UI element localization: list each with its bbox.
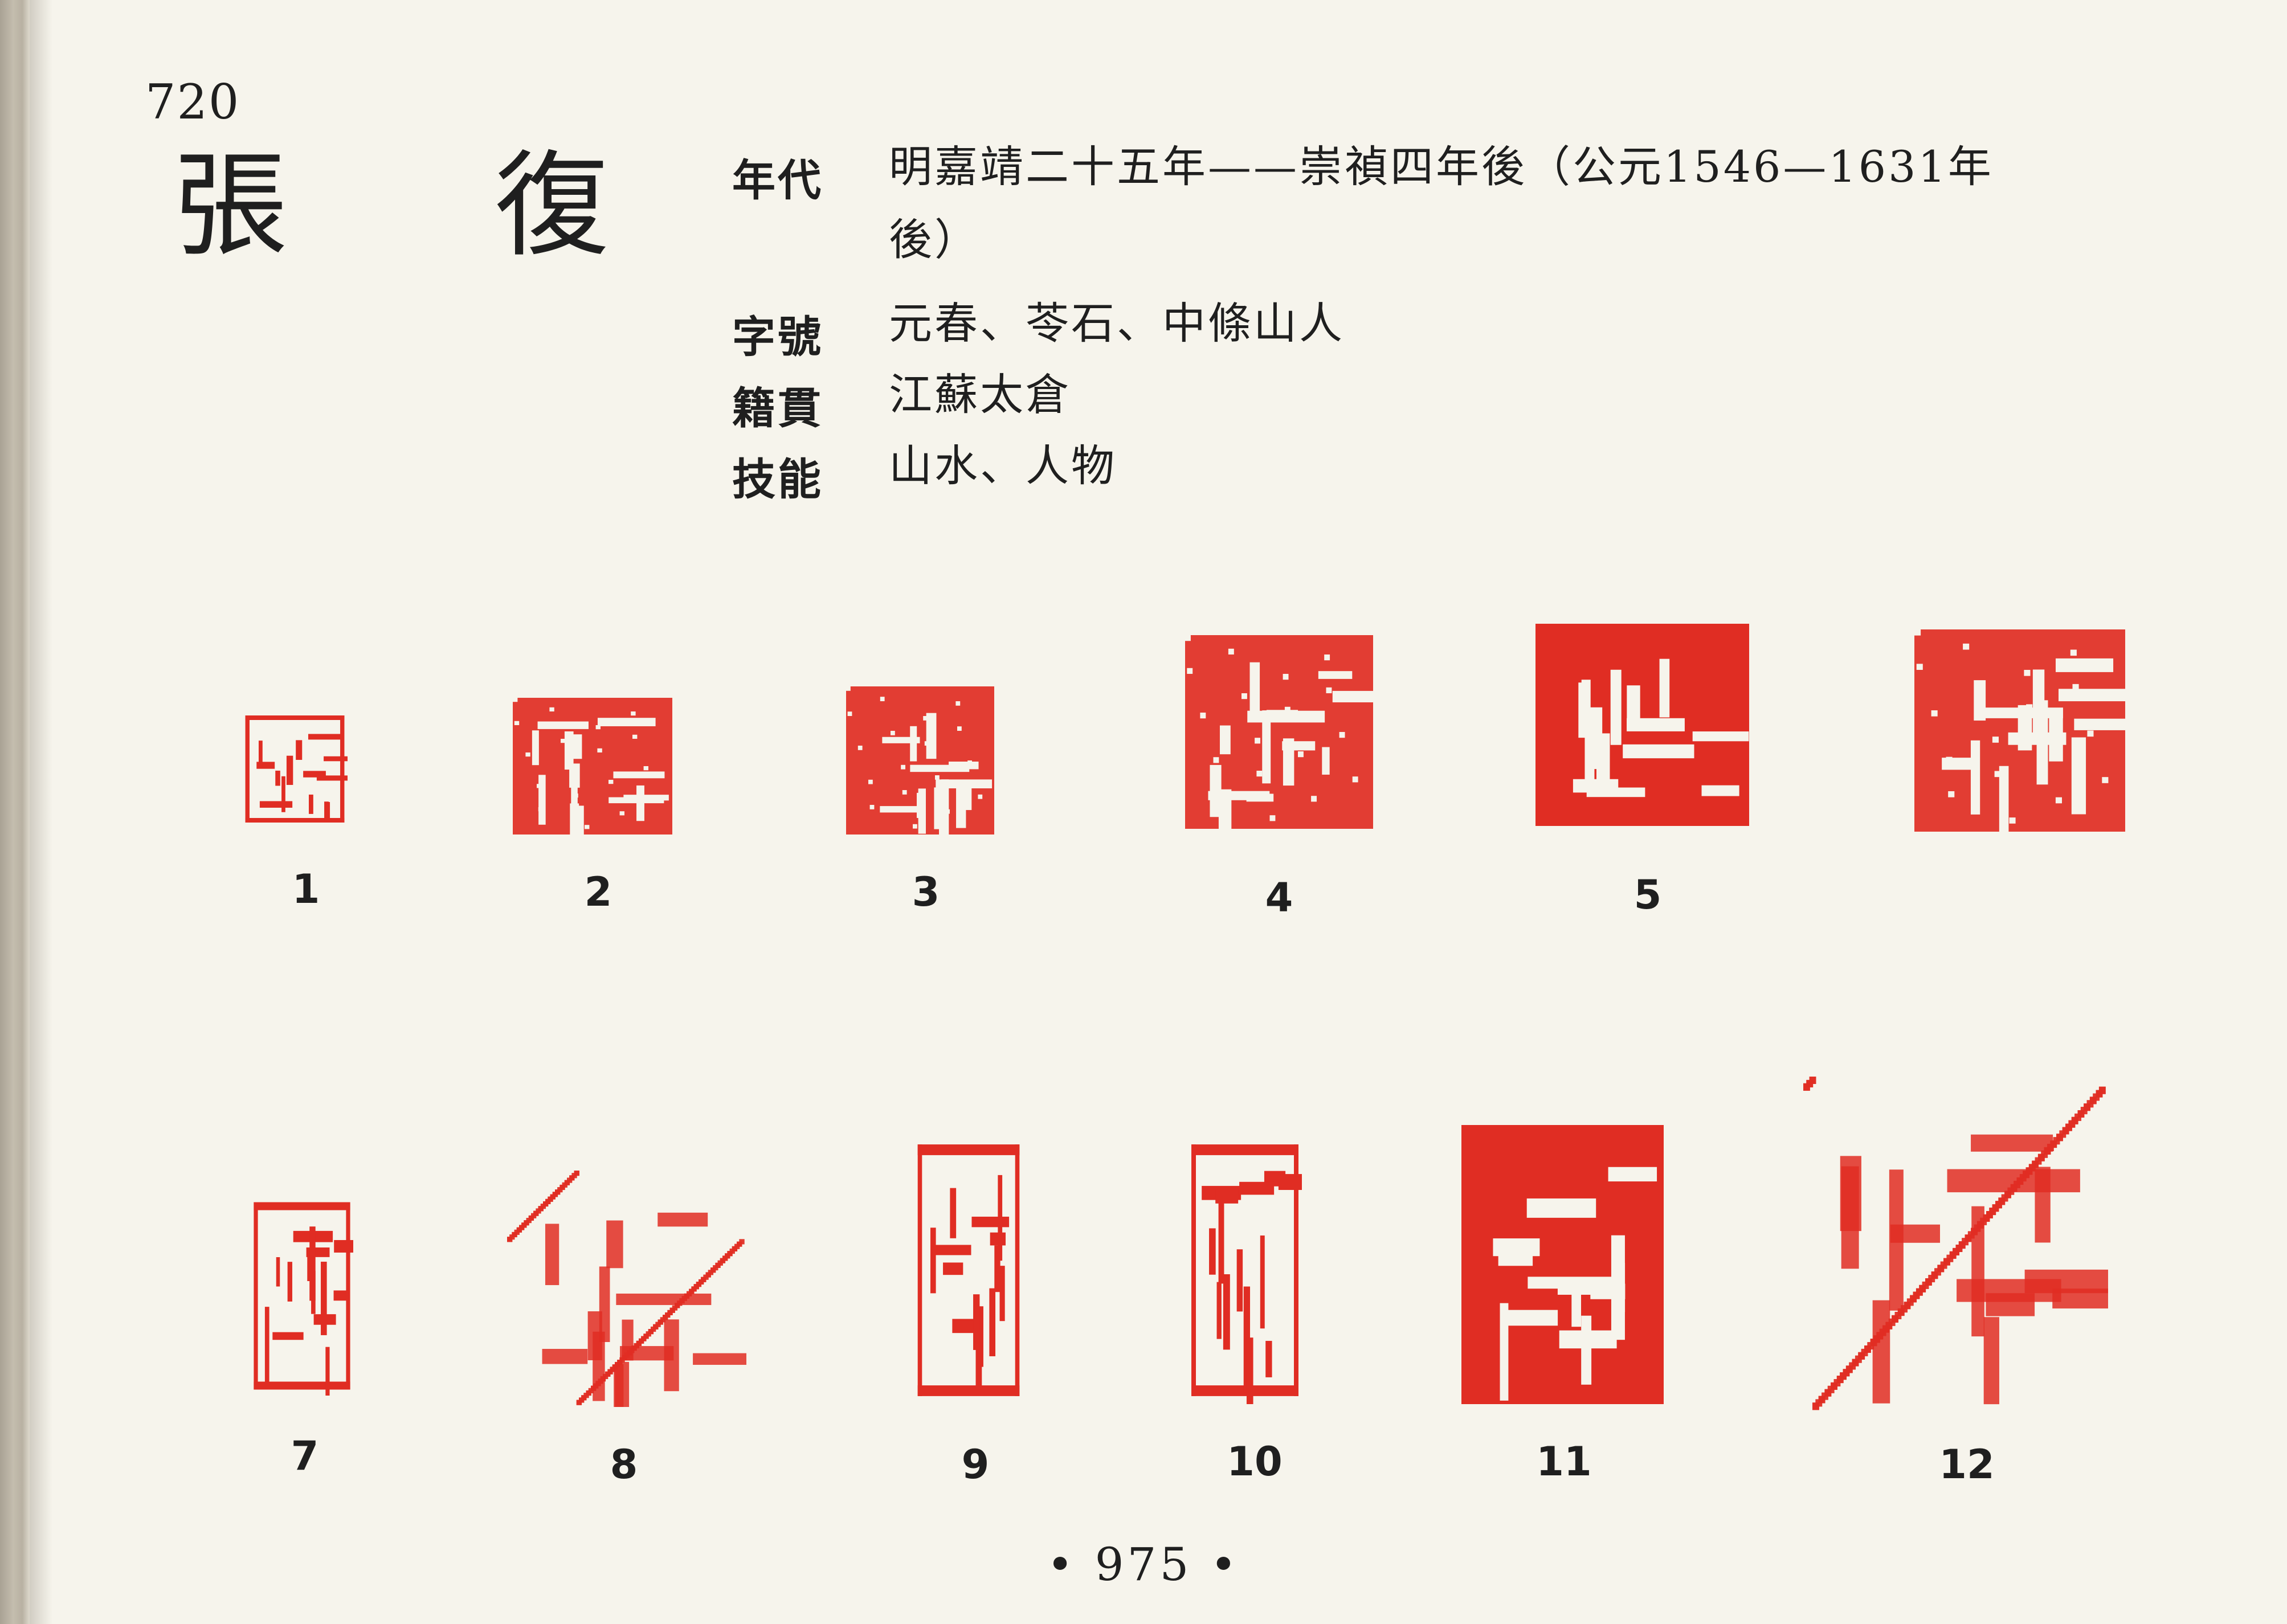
seal-4: [1185, 635, 1373, 829]
seal-8: [507, 1171, 746, 1407]
seal-8-impression: [507, 1171, 746, 1407]
seal-label-11: 11: [1536, 1438, 1592, 1485]
seal-6: [1914, 629, 2125, 832]
seal-1-impression: [245, 715, 348, 823]
seal-6-impression: [1914, 629, 2125, 832]
seal-3-impression: [846, 686, 994, 835]
page-footer-number: • 975 •: [1047, 1538, 1240, 1591]
artist-name-heading: 張 復: [174, 140, 695, 272]
seal-2: [513, 698, 672, 835]
info-value-skills: 山水、人物: [889, 440, 1117, 491]
seal-9: [914, 1136, 1023, 1404]
binding-shadow: [30, 0, 52, 1624]
seal-12: [1803, 1077, 2108, 1413]
seal-label-2: 2: [584, 869, 612, 915]
book-binding: [0, 0, 30, 1624]
seal-2-impression: [513, 698, 672, 835]
seal-label-9: 9: [961, 1441, 990, 1488]
seal-label-10: 10: [1227, 1438, 1283, 1485]
seal-11: [1461, 1125, 1664, 1404]
seal-label-5: 5: [1633, 872, 1662, 918]
seal-5: [1535, 624, 1749, 826]
entry-number: 720: [145, 74, 240, 130]
seal-7: [251, 1196, 353, 1396]
seal-5-impression: [1535, 624, 1749, 826]
seal-label-4: 4: [1265, 874, 1293, 921]
seal-10-impression: [1191, 1144, 1302, 1404]
seal-1: [242, 712, 348, 826]
seal-7-impression: [254, 1202, 353, 1396]
seal-4-impression: [1185, 635, 1373, 829]
info-value-era: 明嘉靖二十五年——崇禎四年後（公元1546—1631年後）: [889, 141, 1994, 265]
seal-label-12: 12: [1939, 1441, 1995, 1488]
seal-10: [1188, 1136, 1302, 1404]
seal-9-impression: [917, 1144, 1020, 1396]
seal-3: [846, 686, 994, 835]
info-label-hometown: 籍貫: [732, 383, 823, 433]
seal-label-3: 3: [912, 869, 940, 915]
seal-label-1: 1: [292, 866, 320, 913]
seal-label-8: 8: [610, 1441, 638, 1488]
info-label-names: 字號: [732, 312, 823, 362]
info-value-names: 元春、苓石、中條山人: [889, 298, 1345, 349]
seal-11-impression: [1461, 1125, 1664, 1404]
info-label-skills: 技能: [732, 454, 823, 505]
info-label-era: 年代: [732, 155, 823, 206]
seal-label-7: 7: [291, 1433, 319, 1479]
info-value-hometown: 江蘇太倉: [889, 369, 1071, 420]
seal-12-impression: [1803, 1077, 2108, 1410]
